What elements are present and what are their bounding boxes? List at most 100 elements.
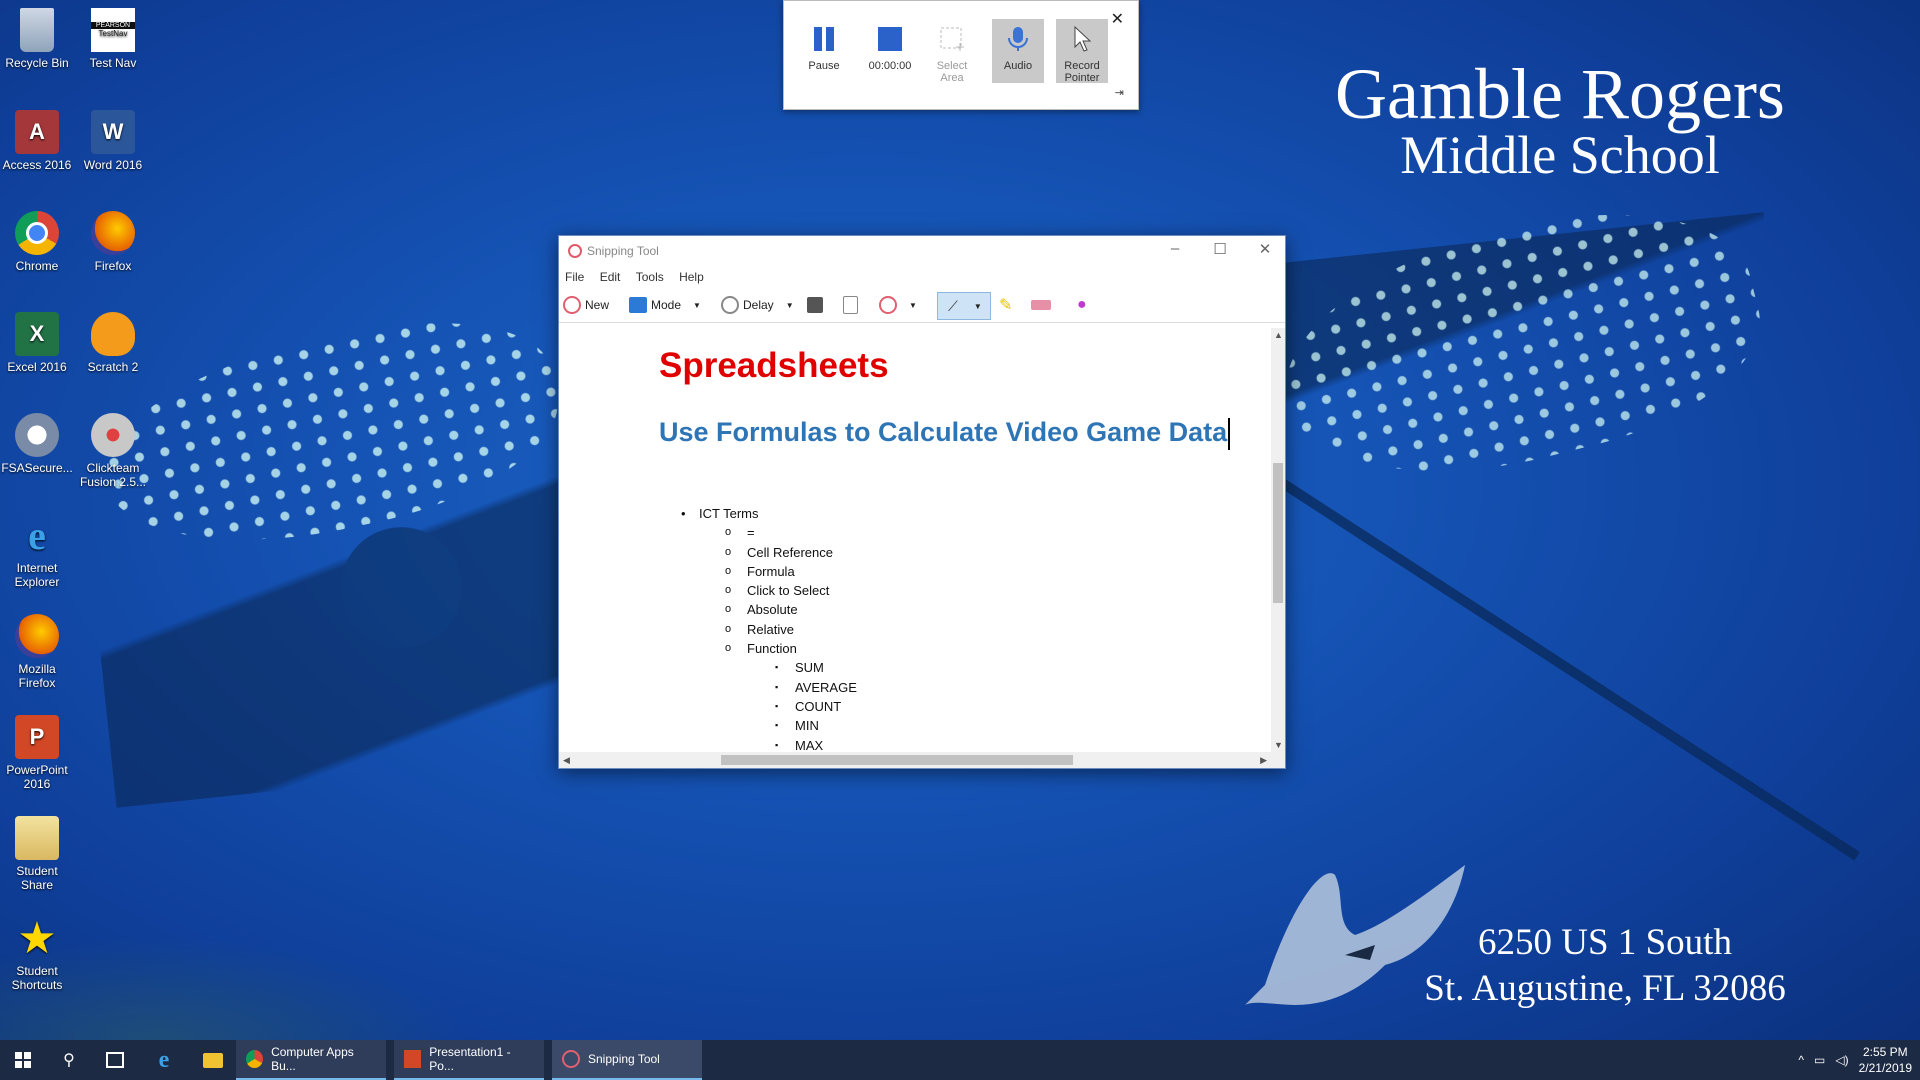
student-share-icon (15, 816, 59, 860)
desktop-icon-label: Access 2016 (2, 158, 72, 172)
list-item: SUM (677, 658, 857, 678)
menu-file[interactable]: File (565, 266, 584, 288)
pause-icon (814, 27, 834, 51)
clock[interactable]: 2:55 PM 2/21/2019 (1859, 1044, 1912, 1076)
send-snip-button[interactable]: ▼ (879, 294, 917, 316)
fsasecure-icon (15, 413, 59, 457)
save-button[interactable] (807, 294, 823, 316)
desktop-icon-student-shortcuts[interactable]: ★ Student Shortcuts (0, 914, 74, 993)
eraser-icon (1031, 300, 1051, 310)
taskbar-app-label: Snipping Tool (588, 1052, 660, 1066)
stop-button[interactable]: 00:00:00 (864, 19, 916, 72)
list-item: ICT Terms (677, 504, 857, 524)
desktop-icon-mozilla-firefox[interactable]: Mozilla Firefox (0, 614, 74, 690)
powerpoint-icon (404, 1050, 422, 1068)
close-button[interactable]: ✕ (1245, 240, 1285, 258)
list-item: Click to Select (677, 581, 857, 601)
terms-list: ICT Terms = Cell Reference Formula Click… (677, 504, 857, 752)
school-title: Gamble Rogers Middle School (1300, 58, 1820, 182)
audio-label: Audio (1003, 60, 1033, 72)
desktop-icon-chrome[interactable]: Chrome (0, 211, 74, 273)
volume-icon[interactable]: ◁) (1835, 1053, 1848, 1067)
taskbar-app-chrome[interactable]: Computer Apps Bu... (236, 1040, 386, 1080)
pointer-cursor-icon (1074, 25, 1092, 52)
scroll-up-icon[interactable]: ▲ (1274, 330, 1283, 340)
vertical-scroll-thumb[interactable] (1273, 463, 1283, 603)
copy-button[interactable] (843, 294, 858, 316)
taskbar-edge[interactable]: e (138, 1040, 190, 1080)
pen-tool-button[interactable]: ⟋ ▼ (937, 292, 991, 320)
minimize-button[interactable]: – (1155, 240, 1195, 257)
text-caret (1228, 417, 1231, 450)
desktop-icon-scratch[interactable]: Scratch 2 (76, 312, 150, 374)
select-area-button[interactable]: Select Area (926, 19, 978, 84)
window-title-bar[interactable]: Snipping Tool – ☐ ✕ (559, 236, 1285, 266)
network-icon[interactable]: ▭ (1814, 1053, 1825, 1067)
chrome-icon (246, 1050, 264, 1068)
toolbar: New Mode ▼ Delay ▼ ▼ ⟋ ▼ ✎ ● (559, 288, 1285, 323)
horizontal-scrollbar[interactable]: ◀ ▶ (559, 752, 1285, 768)
maximize-button[interactable]: ☐ (1200, 240, 1240, 258)
record-pointer-button[interactable]: Record Pointer (1056, 19, 1108, 84)
desktop-icon-internet-explorer[interactable]: e Internet Explorer (0, 513, 74, 590)
desktop-icon-label: Recycle Bin (5, 56, 69, 70)
scroll-down-icon[interactable]: ▼ (1274, 740, 1283, 750)
paint-drop-icon: ● (1077, 296, 1087, 313)
menu-edit[interactable]: Edit (600, 266, 621, 288)
menu-tools[interactable]: Tools (636, 266, 664, 288)
desktop-icon-test-nav[interactable]: PEARSON TestNav Test Nav (76, 8, 150, 70)
recycle-bin-icon (20, 8, 54, 52)
scroll-left-icon[interactable]: ◀ (563, 755, 570, 766)
chevron-down-icon: ▼ (909, 300, 917, 310)
desktop-icon-firefox[interactable]: Firefox (76, 211, 150, 273)
desktop-icon-label: FSASecure... (1, 461, 73, 475)
menu-help[interactable]: Help (679, 266, 704, 288)
chevron-down-icon: ▼ (693, 300, 701, 310)
delay-button[interactable]: Delay ▼ (721, 294, 794, 316)
start-button[interactable] (0, 1040, 46, 1080)
audio-button[interactable]: Audio (992, 19, 1044, 83)
search-button[interactable]: ⚲ (46, 1040, 92, 1080)
list-item: = (677, 523, 857, 543)
desktop-icon-excel[interactable]: X Excel 2016 (0, 312, 74, 374)
chevron-up-icon[interactable]: ^ (1798, 1053, 1804, 1067)
vertical-scrollbar[interactable]: ▲ ▼ (1271, 328, 1285, 752)
horizontal-scroll-thumb[interactable] (721, 755, 1073, 765)
eraser-button[interactable] (1031, 294, 1051, 316)
address-line1: 6250 US 1 South (1478, 922, 1732, 963)
pearson-badge: PEARSON (91, 22, 135, 29)
close-icon[interactable]: ✕ (1111, 9, 1124, 29)
desktop-icon-student-share[interactable]: Student Share (0, 816, 74, 892)
scroll-right-icon[interactable]: ▶ (1260, 755, 1267, 766)
snipping-tool-window: Snipping Tool – ☐ ✕ File Edit Tools Help… (558, 235, 1286, 769)
desktop-icon-word[interactable]: W Word 2016 (76, 110, 150, 172)
pause-label: Pause (808, 60, 840, 72)
pin-icon[interactable]: ⇥ (1115, 86, 1124, 99)
desktop-icon-label: Internet Explorer (14, 561, 60, 589)
record-pointer-label: Record Pointer (1064, 60, 1100, 84)
chevron-down-icon: ▼ (973, 301, 982, 311)
desktop-icon-powerpoint[interactable]: P PowerPoint 2016 (0, 715, 74, 791)
list-item: MIN (677, 716, 857, 736)
list-item: Function (677, 639, 857, 659)
task-view-button[interactable] (92, 1040, 138, 1080)
desktop-icon-fsasecure[interactable]: FSASecure... (0, 413, 74, 475)
desktop-icon-clickteam[interactable]: Clickteam Fusion 2.5... (76, 413, 150, 489)
taskbar-app-snipping-tool[interactable]: Snipping Tool (552, 1040, 702, 1080)
desktop-icon-recycle-bin[interactable]: Recycle Bin (0, 8, 74, 70)
task-view-icon (106, 1052, 124, 1068)
paint3d-button[interactable]: ● (1077, 294, 1087, 316)
taskbar-file-explorer[interactable] (190, 1040, 236, 1080)
list-item: Relative (677, 620, 857, 640)
highlighter-button[interactable]: ✎ (999, 294, 1012, 316)
new-label: New (585, 298, 610, 312)
microphone-icon (1008, 27, 1028, 51)
mode-button[interactable]: Mode ▼ (629, 294, 701, 316)
desktop-icon-access[interactable]: A Access 2016 (0, 110, 74, 172)
taskbar-app-powerpoint[interactable]: Presentation1 - Po... (394, 1040, 544, 1080)
desktop-icon-label: Clickteam Fusion 2.5... (79, 461, 147, 489)
new-snip-button[interactable]: New (563, 294, 609, 316)
word-icon: W (91, 110, 135, 154)
pause-button[interactable]: Pause (798, 19, 850, 72)
edge-icon: e (158, 1046, 170, 1073)
